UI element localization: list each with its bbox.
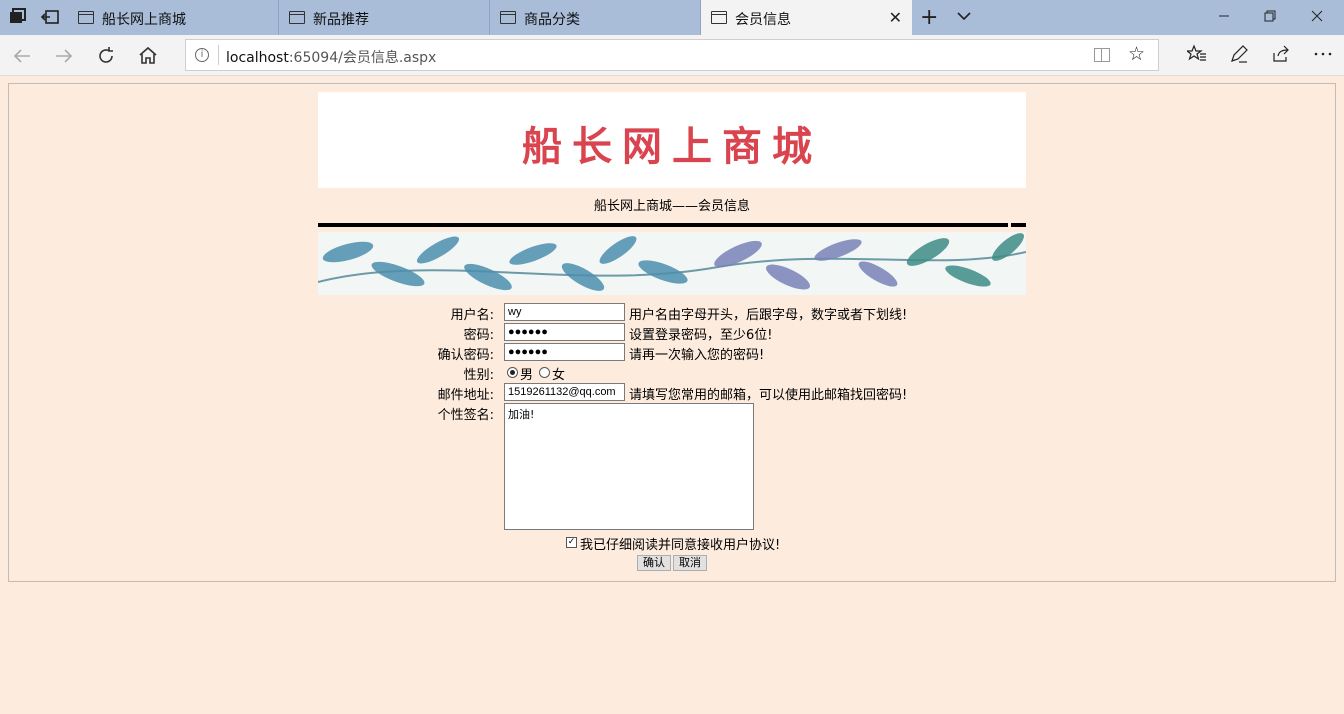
password-label: 密码: xyxy=(463,328,494,343)
page-icon xyxy=(289,11,305,24)
gender-male-radio[interactable] xyxy=(507,367,518,378)
agreement-checkbox[interactable]: ✓ xyxy=(566,537,577,548)
divider-bar-end xyxy=(1011,223,1026,227)
refresh-icon[interactable] xyxy=(94,44,118,68)
gender-label: 性别: xyxy=(463,368,494,383)
signature-label: 个性签名: xyxy=(437,408,494,423)
url-path: :65094/会员信息.aspx xyxy=(288,50,437,66)
tab-label: 船长网上商城 xyxy=(102,12,186,28)
password-hint: 设置登录密码，至少6位! xyxy=(629,328,773,343)
chevron-down-icon[interactable] xyxy=(955,7,973,25)
tab-manager-icon[interactable] xyxy=(7,6,29,28)
gender-male-label: 男 xyxy=(520,368,534,383)
back-arrow-icon[interactable] xyxy=(10,44,34,68)
password-input[interactable]: ●●●●●● xyxy=(504,323,625,341)
gender-female-label: 女 xyxy=(552,368,566,383)
favorites-list-icon[interactable] xyxy=(1187,44,1207,64)
tab-label: 会员信息 xyxy=(735,12,791,28)
restore-button[interactable] xyxy=(1247,0,1293,35)
username-input[interactable]: wy xyxy=(504,303,625,321)
cancel-button[interactable]: 取消 xyxy=(673,555,707,571)
email-input[interactable]: 1519261132@qq.com xyxy=(504,383,625,401)
tab-bar: 船长网上商城 新品推荐 商品分类 会员信息 ✕ + xyxy=(0,0,1344,35)
new-tab-icon[interactable]: + xyxy=(920,5,938,30)
minimize-button[interactable] xyxy=(1201,0,1247,35)
site-info-icon[interactable]: i xyxy=(195,48,209,62)
minimize-icon xyxy=(1219,15,1229,17)
home-icon[interactable] xyxy=(136,44,160,68)
reading-view-icon[interactable] xyxy=(1094,48,1110,62)
set-aside-tabs-icon[interactable] xyxy=(40,6,62,28)
share-icon[interactable] xyxy=(1271,44,1291,64)
agreement-label: 我已仔细阅读并同意接收用户协议! xyxy=(580,538,781,553)
close-icon xyxy=(1311,10,1323,22)
confirm-password-hint: 请再一次输入您的密码! xyxy=(629,348,765,363)
tab-home[interactable]: 船长网上商城 xyxy=(68,0,279,35)
page-icon xyxy=(78,11,94,24)
tab-label: 商品分类 xyxy=(524,12,580,28)
logo-banner: 船长网上商城 xyxy=(318,92,1026,188)
site-logo: 船长网上商城 xyxy=(522,123,822,170)
more-options-icon[interactable] xyxy=(1313,44,1333,64)
page-subtitle: 船长网上商城——会员信息 xyxy=(593,199,750,214)
tab-label: 新品推荐 xyxy=(313,12,369,28)
close-tab-icon[interactable]: ✕ xyxy=(889,8,902,27)
page-icon xyxy=(711,11,727,24)
username-hint: 用户名由字母开头，后跟字母，数字或者下划线! xyxy=(629,308,908,323)
url-text[interactable]: localhost:65094/会员信息.aspx xyxy=(226,47,436,67)
close-window-button[interactable] xyxy=(1294,0,1340,35)
confirm-password-input[interactable]: ●●●●●● xyxy=(504,343,625,361)
email-label: 邮件地址: xyxy=(437,388,494,403)
submit-button[interactable]: 确认 xyxy=(637,555,671,571)
navigation-bar: i localhost:65094/会员信息.aspx ☆ xyxy=(0,35,1344,76)
page-viewport: 船长网上商城 船长网上商城——会员信息 用户名: wy 用户名由字母开头，后跟字… xyxy=(0,77,1344,714)
address-separator xyxy=(218,45,219,65)
username-label: 用户名: xyxy=(450,308,494,323)
tab-categories[interactable]: 商品分类 xyxy=(490,0,701,35)
gender-female-radio[interactable] xyxy=(539,367,550,378)
pen-icon[interactable] xyxy=(1229,44,1249,64)
tab-new-products[interactable]: 新品推荐 xyxy=(279,0,490,35)
leaf-banner-image xyxy=(318,232,1026,295)
restore-icon xyxy=(1264,10,1276,22)
signature-textarea[interactable]: 加油! xyxy=(504,403,754,530)
page-icon xyxy=(500,11,516,24)
url-host: localhost xyxy=(226,50,289,66)
email-hint: 请填写您常用的邮箱，可以使用此邮箱找回密码! xyxy=(629,388,908,403)
address-bar[interactable]: i localhost:65094/会员信息.aspx ☆ xyxy=(185,39,1159,71)
divider-bar xyxy=(318,223,1008,227)
confirm-password-label: 确认密码: xyxy=(437,348,494,363)
forward-arrow-icon[interactable] xyxy=(52,44,76,68)
tab-member-info[interactable]: 会员信息 ✕ xyxy=(701,0,912,35)
favorite-star-icon[interactable]: ☆ xyxy=(1128,43,1145,65)
